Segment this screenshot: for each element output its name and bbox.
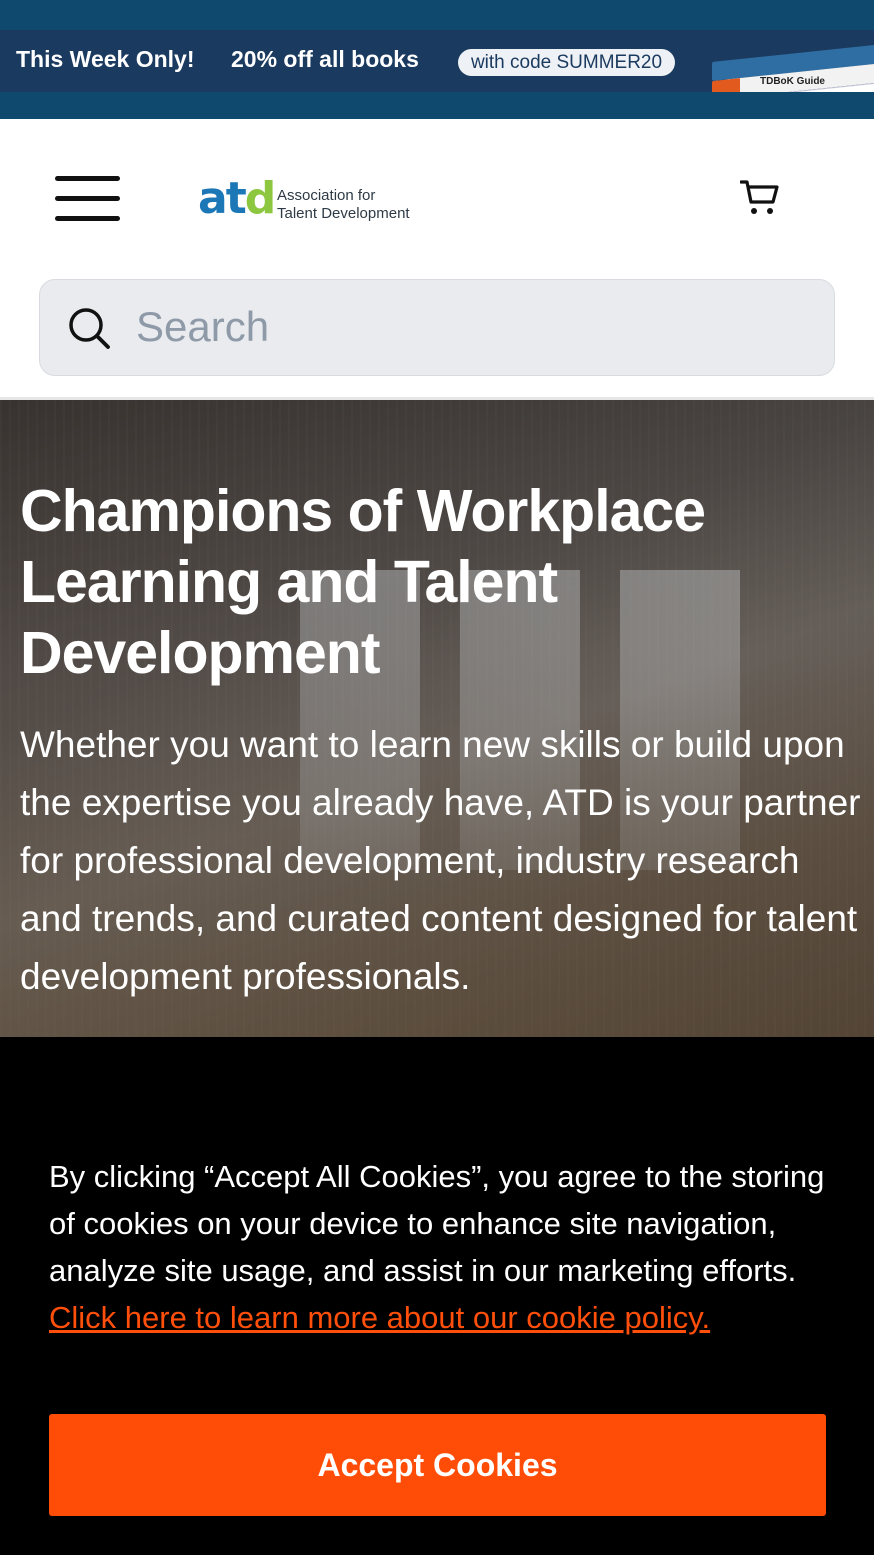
shopping-cart-icon[interactable] <box>739 178 780 218</box>
site-header: atd Association for Talent Development <box>0 119 874 397</box>
hero-description: Whether you want to learn new skills or … <box>20 724 861 997</box>
hero-title: Champions of Workplace Learning and Tale… <box>20 478 706 686</box>
hamburger-menu-icon[interactable] <box>55 176 120 222</box>
search-input[interactable] <box>136 294 796 360</box>
page: This Week Only! 20% off all books with c… <box>0 0 874 1555</box>
logo-text-line2: Talent Development <box>277 205 410 222</box>
book-title: TDBoK Guide <box>760 76 825 87</box>
cookie-message: By clicking “Accept All Cookies”, you ag… <box>49 1153 839 1341</box>
cookie-policy-link[interactable]: Click here to learn more about our cooki… <box>49 1300 710 1335</box>
hero-section: Champions of Workplace Learning and Tale… <box>0 397 874 1037</box>
search-icon[interactable] <box>66 305 112 351</box>
promo-code-badge: with code SUMMER20 <box>458 49 675 76</box>
atd-logo[interactable]: atd Association for Talent Development <box>198 173 418 227</box>
promo-banner-top-strip <box>0 0 874 30</box>
promo-banner-bottom-strip <box>0 92 874 119</box>
logo-mark-accent: d <box>244 173 276 224</box>
promo-headline: This Week Only! <box>16 46 195 72</box>
cookie-message-text: By clicking “Accept All Cookies”, you ag… <box>49 1159 825 1288</box>
logo-mark: atd <box>198 173 276 224</box>
accept-cookies-button[interactable]: Accept Cookies <box>49 1414 826 1516</box>
promo-offer: 20% off all books <box>231 46 419 72</box>
cookie-consent-banner: By clicking “Accept All Cookies”, you ag… <box>0 1037 874 1555</box>
logo-text-line1: Association for <box>277 187 376 204</box>
promo-banner[interactable]: This Week Only! 20% off all books with c… <box>0 30 874 119</box>
search-bar[interactable] <box>39 279 835 376</box>
